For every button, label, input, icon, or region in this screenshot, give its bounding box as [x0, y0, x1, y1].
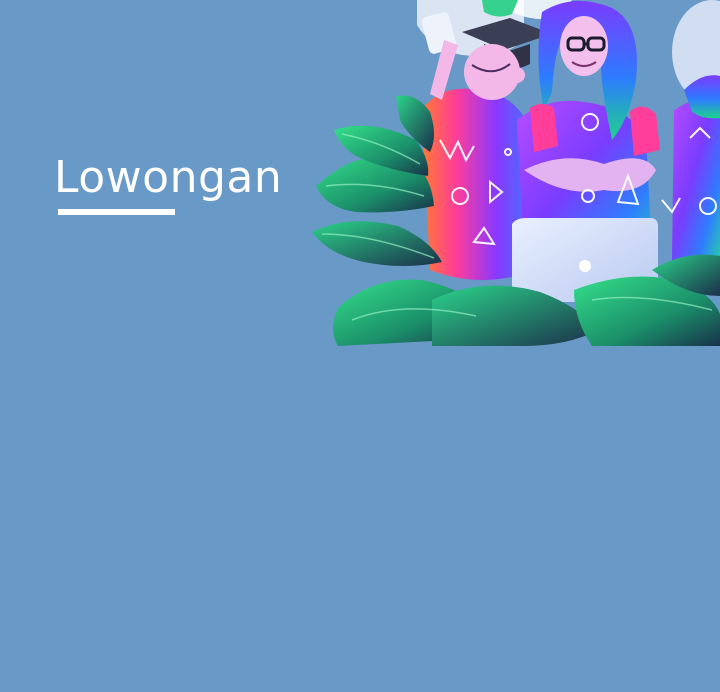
hero-title-block: Lowongan: [54, 150, 283, 215]
title-underline: [58, 209, 175, 215]
laptop-icon: [579, 260, 591, 272]
page-title: Lowongan: [54, 152, 283, 203]
careers-page: Lowongan: [0, 0, 720, 692]
students-group-illustration: [312, 0, 720, 346]
